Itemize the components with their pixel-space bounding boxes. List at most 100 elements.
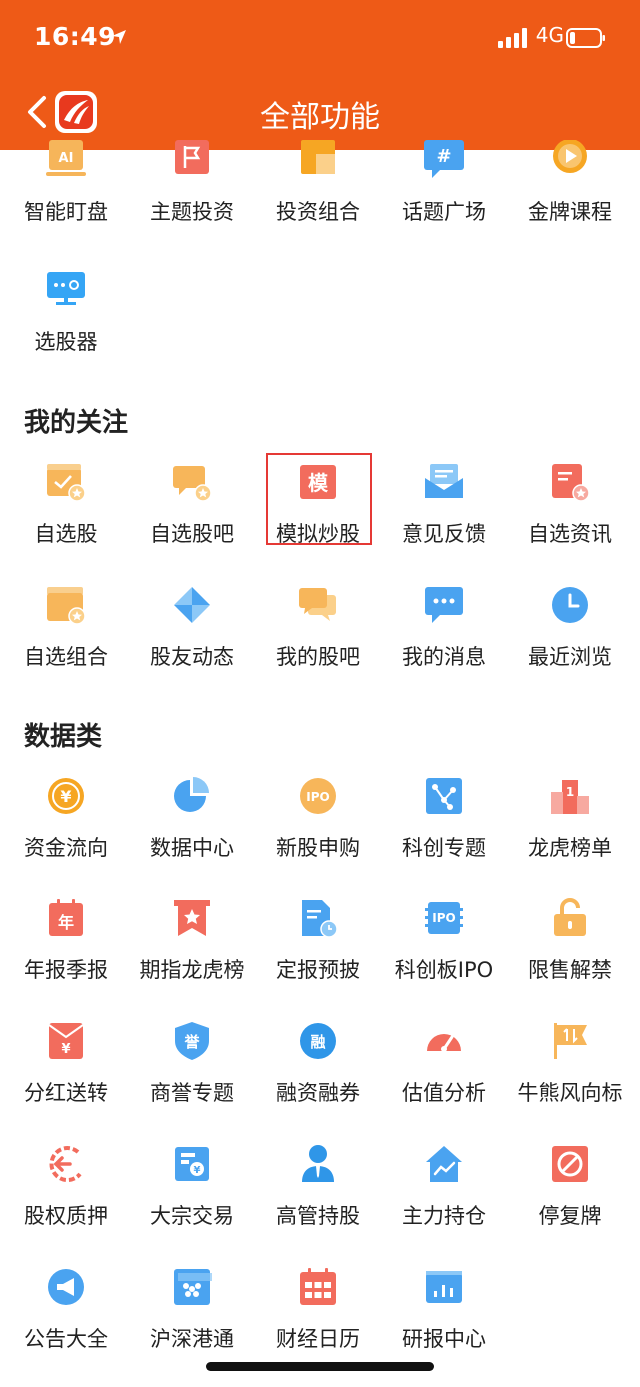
portfolio-icon xyxy=(298,140,338,180)
megaphone-icon xyxy=(46,1267,86,1307)
grid-item-feedback[interactable]: 意见反馈 xyxy=(381,462,507,582)
hashtag-icon: # xyxy=(424,140,464,180)
grid-item-valuation[interactable]: 估值分析 xyxy=(381,1021,507,1141)
grid-item-label: 自选资讯 xyxy=(528,522,612,546)
grid-item-label: 股友动态 xyxy=(150,645,234,669)
shield-yu-icon: 誉 xyxy=(172,1021,212,1061)
podium-icon: 1 xyxy=(550,776,590,816)
grid-item-label: 最近浏览 xyxy=(528,645,612,669)
ai-icon-text: AI xyxy=(59,151,74,166)
doc-clock-icon xyxy=(298,898,338,938)
grid-item-ipo-subscribe[interactable]: IPO 新股申购 xyxy=(255,776,381,896)
feedback-envelope-icon xyxy=(424,462,464,502)
grid-item-main-positions[interactable]: 主力持仓 xyxy=(381,1144,507,1264)
grid-item-data-center[interactable]: 数据中心 xyxy=(129,776,255,896)
house-chart-icon xyxy=(424,1144,464,1184)
grid-item-annual-report[interactable]: 年 年报季报 xyxy=(3,898,129,1018)
executive-person-icon xyxy=(298,1144,338,1184)
grid-item-label: 话题广场 xyxy=(402,200,486,224)
grid-item-dragon-tiger[interactable]: 1 龙虎榜单 xyxy=(507,776,633,896)
grid-item-theme-invest[interactable]: 主题投资 xyxy=(129,140,255,260)
ribbon-star-icon xyxy=(172,898,212,938)
yen-icon-text: ¥ xyxy=(60,787,71,806)
dividend-icon-text: ¥ xyxy=(61,1042,70,1057)
ipo-coin-icon: IPO xyxy=(298,776,338,816)
grid-item-smart-monitor[interactable]: AI 智能盯盘 xyxy=(3,140,129,260)
grid-item-topic-square[interactable]: # 话题广场 xyxy=(381,140,507,260)
nian-icon-text: 年 xyxy=(58,913,74,932)
grid-item-unlock[interactable]: 限售解禁 xyxy=(507,898,633,1018)
grid-item-report-preview[interactable]: 定报预披 xyxy=(255,898,381,1018)
grid-item-star-topic[interactable]: 科创专题 xyxy=(381,776,507,896)
yu-icon-text: 誉 xyxy=(183,1033,200,1051)
grid-item-label: 定报预披 xyxy=(276,958,360,982)
section-title-data: 数据类 xyxy=(24,722,103,752)
grid-item-label: 商誉专题 xyxy=(150,1081,234,1105)
top-bar: 16:49 4G 全部功能 xyxy=(0,0,640,150)
grid-item-recent-browse[interactable]: 最近浏览 xyxy=(507,585,633,705)
partial-row: AI 智能盯盘 主题投资 投资组合 # 话题广场 金牌课程 xyxy=(0,140,640,260)
section-title-follow: 我的关注 xyxy=(24,408,129,438)
data-row-1: ¥ 资金流向 数据中心 IPO 新股申购 科创专题 1 龙虎榜单 xyxy=(0,776,640,896)
grid-item-watchlist[interactable]: 自选股 xyxy=(3,462,129,582)
grid-item-label: 沪深港通 xyxy=(150,1327,234,1351)
grid-item-bull-bear[interactable]: 牛熊风向标 xyxy=(507,1021,633,1141)
status-bar: 16:49 4G xyxy=(34,22,606,58)
flag-icon xyxy=(172,140,212,180)
grid-item-watch-portfolio[interactable]: 自选组合 xyxy=(3,585,129,705)
grid-item-label: 主题投资 xyxy=(150,200,234,224)
stock-picker-icon xyxy=(46,270,86,310)
extra-row: 选股器 xyxy=(0,270,640,390)
grid-item-label: 新股申购 xyxy=(276,836,360,860)
battery-icon xyxy=(566,28,605,48)
grid-item-stock-picker[interactable]: 选股器 xyxy=(3,270,129,390)
grid-item-label: 科创专题 xyxy=(402,836,486,860)
data-row-3: ¥ 分红送转 誉 商誉专题 融 融资融券 估值分析 牛熊风向标 xyxy=(0,1021,640,1141)
grid-item-watchlist-forum[interactable]: 自选股吧 xyxy=(129,462,255,582)
grid-item-label: 停复牌 xyxy=(538,1204,602,1228)
network-nodes-icon xyxy=(424,776,464,816)
grid-item-gold-course[interactable]: 金牌课程 xyxy=(507,140,633,260)
grid-item-goodwill[interactable]: 誉 商誉专题 xyxy=(129,1021,255,1141)
grid-item-my-forum[interactable]: 我的股吧 xyxy=(255,585,381,705)
grid-item-announcements[interactable]: 公告大全 xyxy=(3,1267,129,1387)
block-trade-icon-text: ¥ xyxy=(194,1165,201,1176)
grid-item-watch-news[interactable]: 自选资讯 xyxy=(507,462,633,582)
play-course-icon xyxy=(550,140,590,180)
grid-item-capital-flow[interactable]: ¥ 资金流向 xyxy=(3,776,129,896)
grid-item-friend-activity[interactable]: 股友动态 xyxy=(129,585,255,705)
grid-item-futures-dragon[interactable]: 期指龙虎榜 xyxy=(129,898,255,1018)
grid-item-dividend[interactable]: ¥ 分红送转 xyxy=(3,1021,129,1141)
grid-item-my-messages[interactable]: 我的消息 xyxy=(381,585,507,705)
home-indicator[interactable] xyxy=(206,1362,434,1371)
follow-row-2: 自选组合 股友动态 我的股吧 我的消息 最近浏览 xyxy=(0,585,640,705)
grid-item-label: 投资组合 xyxy=(276,200,360,224)
diamond-activity-icon xyxy=(172,585,212,625)
page-title: 全部功能 xyxy=(260,100,380,135)
chat-bubbles-icon xyxy=(298,585,338,625)
clock-icon xyxy=(550,585,590,625)
grid-item-label: 高管持股 xyxy=(276,1204,360,1228)
grid-item-pledge[interactable]: 股权质押 xyxy=(3,1144,129,1264)
grid-item-label: 限售解禁 xyxy=(528,958,612,982)
grid-item-portfolio[interactable]: 投资组合 xyxy=(255,140,381,260)
rong-coin-icon: 融 xyxy=(298,1021,338,1061)
grid-item-star-ipo[interactable]: IPO 科创板IPO xyxy=(381,898,507,1018)
research-chart-icon xyxy=(424,1267,464,1307)
grid-item-block-trade[interactable]: ¥ 大宗交易 xyxy=(129,1144,255,1264)
grid-item-suspension[interactable]: 停复牌 xyxy=(507,1144,633,1264)
data-row-2: 年 年报季报 期指龙虎榜 定报预披 IPO 科创板IPO 限售解禁 xyxy=(0,898,640,1018)
grid-item-label: 金牌课程 xyxy=(528,200,612,224)
data-row-4: 股权质押 ¥ 大宗交易 高管持股 主力持仓 停复牌 xyxy=(0,1144,640,1264)
ai-icon: AI xyxy=(46,140,86,180)
grid-item-exec-holdings[interactable]: 高管持股 xyxy=(255,1144,381,1264)
calendar-grid-icon xyxy=(298,1267,338,1307)
signal-icon xyxy=(498,28,527,48)
grid-item-margin[interactable]: 融 融资融券 xyxy=(255,1021,381,1141)
grid-item-label: 科创板IPO xyxy=(394,958,494,982)
pledge-arrow-icon xyxy=(46,1144,86,1184)
unlock-icon xyxy=(550,898,590,938)
watchlist-check-icon xyxy=(46,462,86,502)
grid-item-label: 大宗交易 xyxy=(150,1204,234,1228)
highlight-box xyxy=(266,453,372,545)
